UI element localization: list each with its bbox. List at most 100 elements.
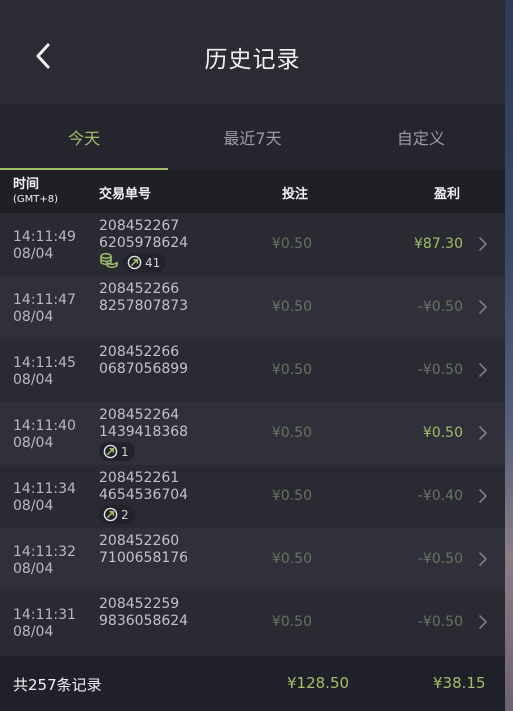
history-row[interactable]: 14:11:32 08/04 208452260 7100658176 ¥0.5… [0,528,505,591]
total-bet: ¥128.50 [287,674,350,692]
page-title: 历史记录 [204,47,301,73]
chevron-right-icon [479,552,487,566]
row-badges: 1 [99,442,135,461]
row-order-part-2: 1439418368 [99,424,189,440]
row-order-part-2: 8257807873 [99,298,189,314]
row-time: 14:11:45 [13,355,76,371]
column-header-order: 交易单号 [99,187,152,202]
row-date: 08/04 [13,435,54,451]
tab-last-7-days[interactable]: 最近7天 [168,104,336,170]
row-order-number: 208452260 7100658176 [99,533,188,567]
row-order-number: 208452266 8257807873 [99,281,188,315]
record-count: 共257条记录 [13,676,102,694]
row-bet: ¥0.50 [271,236,312,252]
total-profit: ¥38.15 [433,674,486,692]
row-order-part-2: 6205978624 [99,235,189,251]
row-profit: -¥0.40 [417,488,463,504]
row-profit: -¥0.50 [417,299,463,315]
column-header-bet: 投注 [282,187,309,202]
row-bet: ¥0.50 [271,425,312,441]
row-timestamp: 14:11:31 08/04 [13,607,76,641]
coins-stack-icon [100,252,118,268]
row-badges: 2 [99,505,135,524]
free-spin-icon [103,444,118,459]
chevron-right-icon [479,489,487,503]
row-order-part-2: 0687056899 [99,361,189,377]
row-date: 08/04 [13,372,54,388]
row-time: 14:11:40 [13,418,76,434]
row-profit: -¥0.50 [417,614,463,630]
row-bet: ¥0.50 [271,551,312,567]
history-row[interactable]: 14:11:34 08/04 208452261 4654536704 2 ¥0… [0,465,505,528]
free-spin-badge: 2 [99,505,135,524]
history-list: 14:11:49 08/04 208452267 6205978624 41 ¥… [0,213,505,654]
row-order-part-1: 208452264 [99,407,180,423]
row-order-part-2: 7100658176 [99,550,189,566]
row-order-part-1: 208452260 [99,533,180,549]
row-order-number: 208452264 1439418368 [99,407,188,441]
row-timestamp: 14:11:47 08/04 [13,292,76,326]
free-spin-count: 1 [121,444,129,459]
row-timestamp: 14:11:32 08/04 [13,544,76,578]
chevron-right-icon [479,615,487,629]
history-row[interactable]: 14:11:40 08/04 208452264 1439418368 1 ¥0… [0,402,505,465]
free-spin-count: 2 [121,507,129,522]
free-spin-icon [127,255,142,270]
chevron-right-icon [479,426,487,440]
table-header: 时间 (GMT+8) 交易单号 投注 盈利 [0,170,505,213]
free-spin-icon [103,507,118,522]
row-order-part-1: 208452266 [99,281,180,297]
row-order-number: 208452266 0687056899 [99,344,188,378]
row-order-part-1: 208452259 [99,596,180,612]
row-timestamp: 14:11:45 08/04 [13,355,76,389]
row-order-number: 208452259 9836058624 [99,596,188,630]
row-timestamp: 14:11:49 08/04 [13,229,76,263]
tab-today[interactable]: 今天 [0,104,169,170]
row-profit: ¥0.50 [422,425,463,441]
row-order-part-2: 9836058624 [99,613,189,629]
row-bet: ¥0.50 [271,614,312,630]
row-profit: ¥87.30 [414,236,463,252]
row-date: 08/04 [13,498,54,514]
period-tabs: 今天 最近7天 自定义 [0,104,505,170]
column-header-profit: 盈利 [434,187,461,202]
history-row[interactable]: 14:11:31 08/04 208452259 9836058624 ¥0.5… [0,591,505,654]
row-order-number: 208452261 4654536704 [99,470,188,504]
row-date: 08/04 [13,561,54,577]
free-spin-badge: 41 [123,253,167,272]
row-order-part-1: 208452267 [99,218,180,234]
background-edge [505,0,513,711]
row-time: 14:11:32 [13,544,76,560]
row-date: 08/04 [13,309,54,325]
row-date: 08/04 [13,624,54,640]
row-timestamp: 14:11:34 08/04 [13,481,76,515]
history-row[interactable]: 14:11:49 08/04 208452267 6205978624 41 ¥… [0,213,505,276]
header-bar: 历史记录 [0,0,505,104]
history-row[interactable]: 14:11:45 08/04 208452266 0687056899 ¥0.5… [0,339,505,402]
chevron-right-icon [479,300,487,314]
row-profit: -¥0.50 [417,551,463,567]
tab-custom[interactable]: 自定义 [337,104,505,170]
coins-badge [99,252,119,274]
free-spin-badge: 1 [99,442,135,461]
row-timestamp: 14:11:40 08/04 [13,418,76,452]
row-bet: ¥0.50 [271,299,312,315]
chevron-right-icon [479,237,487,251]
row-order-part-1: 208452261 [99,470,180,486]
chevron-right-icon [479,363,487,377]
free-spin-count: 41 [145,255,161,270]
history-row[interactable]: 14:11:47 08/04 208452266 8257807873 ¥0.5… [0,276,505,339]
column-header-timezone: (GMT+8) [13,194,59,205]
history-panel: 历史记录 今天 最近7天 自定义 时间 (GMT+8) 交易单号 投注 盈利 1… [0,0,505,711]
row-order-number: 208452267 6205978624 [99,218,188,252]
row-time: 14:11:31 [13,607,76,623]
summary-footer: 共257条记录 ¥128.50 ¥38.15 [0,656,505,711]
row-bet: ¥0.50 [271,488,312,504]
row-bet: ¥0.50 [271,362,312,378]
row-time: 14:11:47 [13,292,76,308]
row-time: 14:11:49 [13,229,76,245]
row-order-part-1: 208452266 [99,344,180,360]
row-order-part-2: 4654536704 [99,487,189,503]
column-header-time-label: 时间 [13,177,40,192]
row-profit: -¥0.50 [417,362,463,378]
